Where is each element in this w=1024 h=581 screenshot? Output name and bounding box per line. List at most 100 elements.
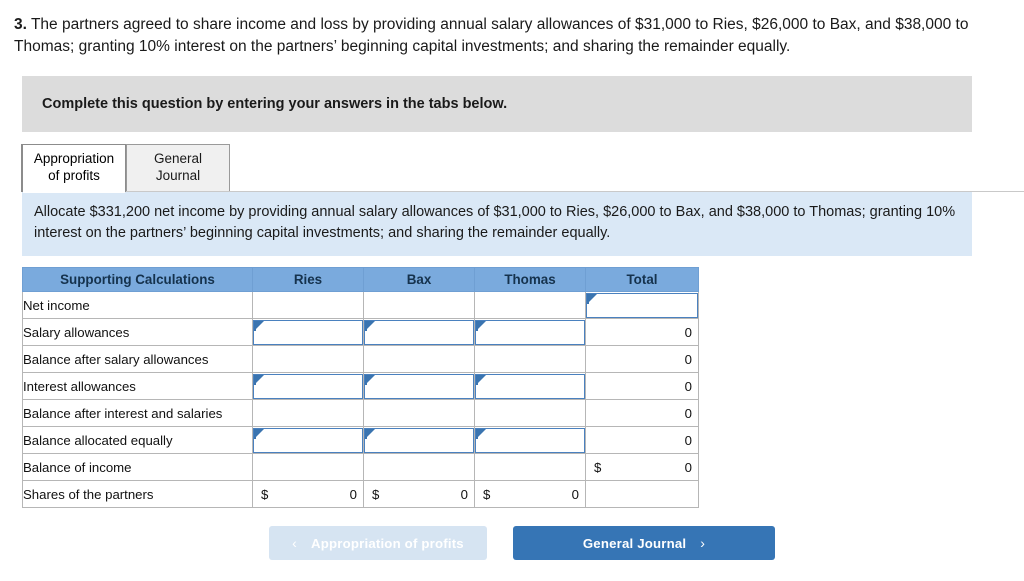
amount-input-ries[interactable] bbox=[253, 319, 363, 346]
table-row: Balance of income $0 bbox=[22, 453, 699, 482]
cell-total-computed: 0 bbox=[585, 318, 699, 347]
next-general-journal-button[interactable]: General Journal › bbox=[513, 526, 775, 561]
cell-bax-empty bbox=[363, 291, 475, 320]
tab-general-journal[interactable]: General Journal bbox=[126, 144, 230, 192]
money-amount-thomas: 0 bbox=[571, 486, 579, 502]
cell-ries-empty bbox=[252, 291, 364, 320]
table-row: Shares of the partners $0 $0 $0 bbox=[22, 480, 699, 509]
table-row: Interest allowances 0 bbox=[22, 372, 699, 401]
amount-input-ries[interactable] bbox=[253, 373, 363, 400]
cell-total-computed: 0 bbox=[585, 372, 699, 401]
cell-thomas-editable bbox=[474, 372, 586, 401]
computed-value-total: 0 bbox=[684, 324, 692, 340]
row-label: Balance after interest and salaries bbox=[22, 399, 253, 428]
money-amount-ries: 0 bbox=[349, 486, 357, 502]
row-label: Balance of income bbox=[22, 453, 253, 482]
chevron-right-icon: › bbox=[700, 535, 706, 552]
money-amount-total: 0 bbox=[684, 459, 692, 475]
table-row: Salary allowances 0 bbox=[22, 318, 699, 347]
cell-total-computed: 0 bbox=[585, 426, 699, 455]
tab-appropriation-of-profits[interactable]: Appropriation of profits bbox=[22, 144, 126, 193]
amount-input-thomas[interactable] bbox=[475, 427, 585, 454]
cell-total-editable bbox=[585, 291, 699, 320]
allocation-instruction: Allocate $331,200 net income by providin… bbox=[22, 192, 972, 257]
row-label: Salary allowances bbox=[22, 318, 253, 347]
table-body: Net income Salary allowances 0 Balance afte… bbox=[22, 291, 699, 509]
cell-ries-editable bbox=[252, 318, 364, 347]
cell-bax-total: $0 bbox=[363, 480, 475, 509]
table-header-row: Supporting Calculations Ries Bax Thomas … bbox=[22, 267, 699, 293]
next-button-label: General Journal bbox=[582, 535, 687, 551]
computed-value-total: 0 bbox=[684, 405, 692, 421]
cell-total-total: $0 bbox=[585, 453, 699, 482]
column-header-thomas: Thomas bbox=[474, 267, 586, 293]
instruction-banner-text: Complete this question by entering your … bbox=[42, 96, 508, 112]
row-label: Shares of the partners bbox=[22, 480, 253, 509]
money-value-bax: $0 bbox=[364, 482, 474, 507]
amount-input-bax[interactable] bbox=[364, 373, 474, 400]
currency-symbol-thomas: $ bbox=[483, 486, 491, 502]
column-header-total: Total bbox=[585, 267, 699, 293]
cell-bax-editable bbox=[363, 426, 475, 455]
amount-input-total[interactable] bbox=[586, 292, 698, 318]
tab-general-journal-line1: General bbox=[153, 151, 203, 167]
amount-input-value-thomas bbox=[476, 375, 584, 400]
amount-input-value-ries bbox=[254, 375, 362, 400]
supporting-calculations-table: Supporting Calculations Ries Bax Thomas … bbox=[22, 267, 699, 509]
currency-symbol-total: $ bbox=[594, 459, 602, 475]
amount-input-bax[interactable] bbox=[364, 427, 474, 454]
cell-bax-empty bbox=[363, 453, 475, 482]
row-label: Net income bbox=[22, 291, 253, 320]
money-value-thomas: $0 bbox=[475, 482, 585, 507]
computed-value-total: 0 bbox=[684, 351, 692, 367]
amount-input-value-thomas bbox=[476, 429, 584, 454]
prev-appropriation-of-profits-button[interactable]: ‹ Appropriation of profits bbox=[269, 526, 487, 561]
amount-input-thomas[interactable] bbox=[475, 319, 585, 346]
tab-appropriation-of-profits-line1: Appropriation bbox=[33, 151, 115, 167]
tab-navigation: ‹ Appropriation of profits General Journ… bbox=[0, 526, 1024, 561]
money-value-total: $0 bbox=[586, 455, 698, 480]
column-header-bax: Bax bbox=[363, 267, 475, 293]
cell-thomas-editable bbox=[474, 426, 586, 455]
cell-ries-editable bbox=[252, 426, 364, 455]
amount-input-value-thomas bbox=[476, 321, 584, 346]
cell-ries-empty bbox=[252, 345, 364, 374]
amount-input-value-bax bbox=[365, 429, 473, 454]
table-row: Balance after salary allowances 0 bbox=[22, 345, 699, 374]
table-row: Balance after interest and salaries 0 bbox=[22, 399, 699, 428]
cell-thomas-empty bbox=[474, 399, 586, 428]
question-number: 3. bbox=[14, 16, 27, 33]
amount-input-ries[interactable] bbox=[253, 427, 363, 453]
question-text: The partners agreed to share income and … bbox=[14, 16, 969, 55]
computed-value-total: 0 bbox=[684, 432, 692, 448]
cell-thomas-empty bbox=[474, 345, 586, 374]
chevron-left-icon: ‹ bbox=[292, 535, 298, 552]
row-label: Balance allocated equally bbox=[22, 426, 253, 455]
currency-symbol-bax: $ bbox=[372, 486, 380, 502]
row-label: Interest allowances bbox=[22, 372, 253, 401]
tab-strip: Appropriation of profits General Journal bbox=[22, 142, 1024, 193]
amount-input-value-bax bbox=[365, 375, 473, 400]
question-prompt: 3. The partners agreed to share income a… bbox=[0, 0, 1024, 58]
cell-thomas-empty bbox=[474, 291, 586, 320]
column-header-ries: Ries bbox=[252, 267, 364, 293]
computed-value-total: 0 bbox=[684, 378, 692, 394]
instruction-banner: Complete this question by entering your … bbox=[22, 76, 972, 132]
cell-bax-empty bbox=[363, 345, 475, 374]
cell-ries-empty bbox=[252, 399, 364, 428]
currency-symbol-ries: $ bbox=[261, 486, 269, 502]
cell-bax-editable bbox=[363, 372, 475, 401]
prev-button-label: Appropriation of profits bbox=[311, 535, 464, 551]
amount-input-value-bax bbox=[365, 321, 473, 346]
amount-input-value-ries bbox=[254, 321, 362, 346]
cell-total-empty bbox=[585, 480, 699, 509]
cell-thomas-empty bbox=[474, 453, 586, 482]
cell-total-computed: 0 bbox=[585, 399, 699, 428]
amount-input-thomas[interactable] bbox=[475, 373, 585, 400]
cell-thomas-editable bbox=[474, 318, 586, 347]
cell-ries-total: $0 bbox=[252, 480, 364, 509]
table-row: Balance allocated equally 0 bbox=[22, 426, 699, 455]
row-label: Balance after salary allowances bbox=[22, 345, 253, 374]
amount-input-bax[interactable] bbox=[364, 319, 474, 346]
cell-ries-empty bbox=[252, 453, 364, 482]
